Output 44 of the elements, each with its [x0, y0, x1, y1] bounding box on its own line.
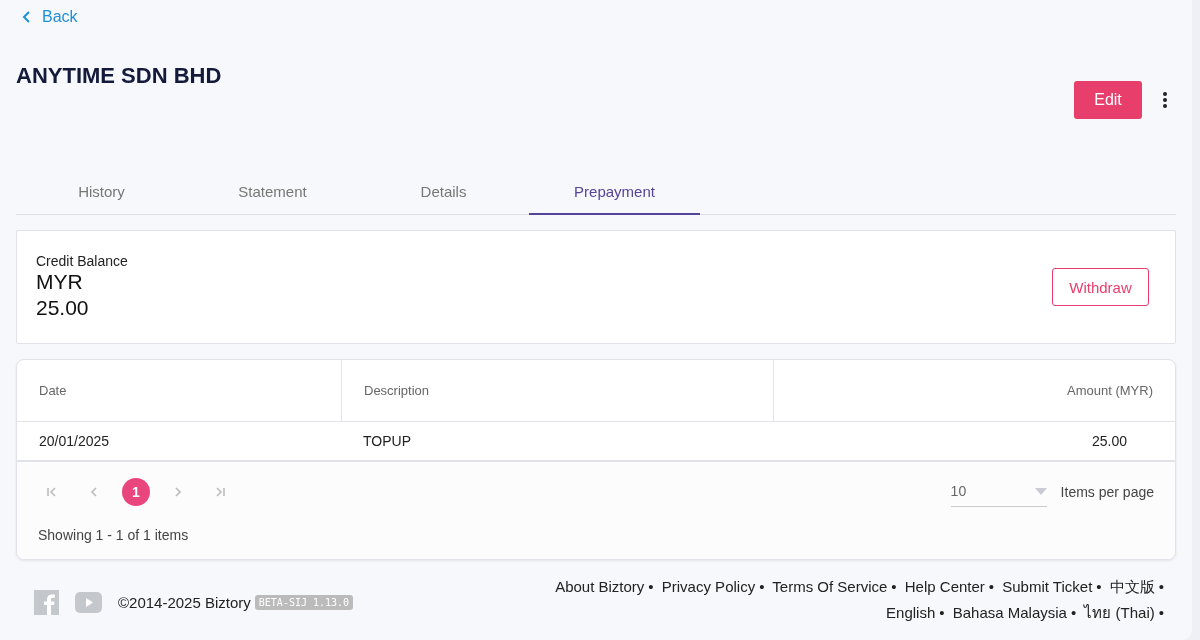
footer-link[interactable]: Bahasa Malaysia — [952, 604, 1067, 621]
footer-link[interactable]: About Biztory — [555, 578, 645, 595]
balance-currency: MYR — [36, 269, 84, 295]
balance-amount: 25.00 — [36, 295, 90, 321]
edit-button[interactable]: Edit — [1074, 81, 1142, 119]
page-size-label: Items per page — [1060, 483, 1154, 500]
footer-link[interactable]: ไทย (Thai) — [1084, 604, 1155, 621]
separator-dot: • — [1158, 578, 1164, 595]
last-page-icon — [213, 484, 227, 499]
withdraw-button[interactable]: Withdraw — [1052, 268, 1149, 306]
first-page-icon — [45, 484, 59, 499]
chevron-left-icon — [22, 10, 32, 24]
balance-label: Credit Balance — [36, 253, 128, 269]
separator-dot: • — [648, 578, 654, 595]
tab[interactable]: History — [16, 169, 187, 215]
footer-link[interactable]: Submit Ticket — [1002, 578, 1093, 595]
page-button[interactable]: 1 — [122, 477, 150, 506]
separator-dot: • — [1070, 604, 1077, 621]
footer-link[interactable]: 中文版 — [1109, 578, 1155, 595]
tab[interactable]: Statement — [187, 169, 358, 215]
footer-link[interactable]: Terms Of Service — [772, 578, 888, 595]
footer-link[interactable]: Privacy Policy — [661, 578, 756, 595]
tab[interactable]: Prepayment — [529, 169, 700, 215]
footer-link[interactable]: Help Center — [904, 578, 985, 595]
company-title: ANYTIME SDN BHD — [16, 63, 222, 89]
column-header: Description — [341, 360, 773, 422]
version-badge: BETA-SIJ 1.13.0 — [254, 595, 354, 610]
video-play-icon[interactable] — [75, 592, 102, 613]
separator-dot: • — [1158, 604, 1164, 621]
separator-dot: • — [939, 604, 945, 621]
separator-dot: • — [988, 578, 995, 595]
footer-link[interactable]: English — [886, 604, 936, 621]
items-summary: Showing 1 - 1 of 1 items — [38, 527, 190, 543]
tab[interactable]: Details — [358, 169, 529, 215]
page-size-select[interactable]: 10 — [950, 476, 1047, 507]
more-icon[interactable] — [1162, 91, 1168, 109]
separator-dot: • — [1096, 578, 1102, 595]
separator-dot: • — [891, 578, 897, 595]
column-header: Amount (MYR) — [773, 360, 1175, 422]
copyright-text: ©2014-2025 Biztory — [118, 594, 251, 611]
separator-dot: • — [759, 578, 765, 595]
column-header: Date — [17, 360, 341, 422]
dropdown-icon — [1034, 487, 1047, 495]
facebook-icon[interactable] — [34, 590, 59, 615]
